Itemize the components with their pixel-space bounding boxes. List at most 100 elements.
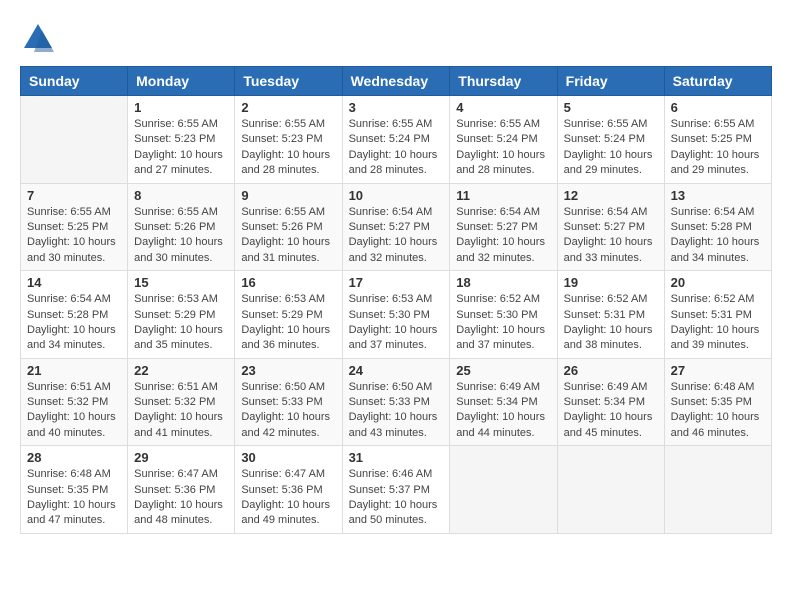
calendar-cell: 8 Sunrise: 6:55 AM Sunset: 5:26 PM Daylig… (128, 183, 235, 271)
calendar-cell: 2 Sunrise: 6:55 AM Sunset: 5:23 PM Daylig… (235, 96, 342, 184)
day-number: 18 (456, 275, 550, 290)
calendar-cell: 17Sunrise: 6:53 AM Sunset: 5:30 PM Dayli… (342, 271, 450, 359)
day-number: 29 (134, 450, 228, 465)
cell-info: Sunrise: 6:55 AM Sunset: 5:25 PM Dayligh… (671, 117, 765, 179)
calendar-cell: 11 Sunrise: 6:54 AM Sunset: 5:27 PM Dayli… (450, 183, 557, 271)
day-number: 4 (456, 100, 550, 115)
day-number: 8 (134, 188, 228, 203)
day-number: 25 (456, 363, 550, 378)
cell-info: Sunrise: 6:52 AM Sunset: 5:30 PM Dayligh… (456, 292, 550, 354)
calendar-cell: 10 Sunrise: 6:54 AM Sunset: 5:27 PM Dayli… (342, 183, 450, 271)
calendar-cell: 16 Sunrise: 6:53 AM Sunset: 5:29 PM Dayli… (235, 271, 342, 359)
calendar-cell: 3 Sunrise: 6:55 AM Sunset: 5:24 PM Daylig… (342, 96, 450, 184)
calendar-week-row: 14Sunrise: 6:54 AM Sunset: 5:28 PM Dayli… (21, 271, 772, 359)
cell-info: Sunrise: 6:55 AM Sunset: 5:24 PM Dayligh… (456, 117, 550, 179)
day-number: 15 (134, 275, 228, 290)
calendar-cell: 4 Sunrise: 6:55 AM Sunset: 5:24 PM Daylig… (450, 96, 557, 184)
cell-info: Sunrise: 6:54 AM Sunset: 5:27 PM Dayligh… (456, 205, 550, 267)
calendar-cell: 12 Sunrise: 6:54 AM Sunset: 5:27 PM Dayli… (557, 183, 664, 271)
day-number: 9 (241, 188, 335, 203)
weekday-header-monday: Monday (128, 67, 235, 96)
cell-info: Sunrise: 6:52 AM Sunset: 5:31 PM Dayligh… (671, 292, 765, 354)
calendar-cell: 28 Sunrise: 6:48 AM Sunset: 5:35 PM Dayli… (21, 446, 128, 534)
calendar-cell: 29 Sunrise: 6:47 AM Sunset: 5:36 PM Dayli… (128, 446, 235, 534)
day-number: 26 (564, 363, 658, 378)
cell-info: Sunrise: 6:54 AM Sunset: 5:28 PM Dayligh… (27, 292, 121, 354)
calendar-cell: 18 Sunrise: 6:52 AM Sunset: 5:30 PM Dayli… (450, 271, 557, 359)
calendar-cell: 13 Sunrise: 6:54 AM Sunset: 5:28 PM Dayli… (664, 183, 771, 271)
cell-info: Sunrise: 6:55 AM Sunset: 5:23 PM Dayligh… (241, 117, 335, 179)
calendar-cell: 22Sunrise: 6:51 AM Sunset: 5:32 PM Dayli… (128, 358, 235, 446)
calendar-week-row: 1 Sunrise: 6:55 AM Sunset: 5:23 PM Daylig… (21, 96, 772, 184)
cell-info: Sunrise: 6:50 AM Sunset: 5:33 PM Dayligh… (349, 380, 444, 442)
day-number: 2 (241, 100, 335, 115)
calendar-cell: 26 Sunrise: 6:49 AM Sunset: 5:34 PM Dayli… (557, 358, 664, 446)
day-number: 3 (349, 100, 444, 115)
header (20, 20, 772, 56)
day-number: 28 (27, 450, 121, 465)
weekday-header-wednesday: Wednesday (342, 67, 450, 96)
day-number: 13 (671, 188, 765, 203)
cell-info: Sunrise: 6:48 AM Sunset: 5:35 PM Dayligh… (27, 467, 121, 529)
day-number: 21 (27, 363, 121, 378)
cell-info: Sunrise: 6:55 AM Sunset: 5:26 PM Dayligh… (134, 205, 228, 267)
day-number: 10 (349, 188, 444, 203)
cell-info: Sunrise: 6:55 AM Sunset: 5:26 PM Dayligh… (241, 205, 335, 267)
calendar-cell: 5 Sunrise: 6:55 AM Sunset: 5:24 PM Daylig… (557, 96, 664, 184)
calendar-header-row: SundayMondayTuesdayWednesdayThursdayFrid… (21, 67, 772, 96)
day-number: 19 (564, 275, 658, 290)
cell-info: Sunrise: 6:54 AM Sunset: 5:27 PM Dayligh… (564, 205, 658, 267)
calendar-cell (664, 446, 771, 534)
day-number: 1 (134, 100, 228, 115)
calendar-cell: 19Sunrise: 6:52 AM Sunset: 5:31 PM Dayli… (557, 271, 664, 359)
calendar-cell: 21 Sunrise: 6:51 AM Sunset: 5:32 PM Dayli… (21, 358, 128, 446)
day-number: 27 (671, 363, 765, 378)
logo-icon (20, 20, 56, 56)
cell-info: Sunrise: 6:48 AM Sunset: 5:35 PM Dayligh… (671, 380, 765, 442)
cell-info: Sunrise: 6:51 AM Sunset: 5:32 PM Dayligh… (27, 380, 121, 442)
cell-info: Sunrise: 6:53 AM Sunset: 5:29 PM Dayligh… (241, 292, 335, 354)
cell-info: Sunrise: 6:55 AM Sunset: 5:24 PM Dayligh… (349, 117, 444, 179)
weekday-header-friday: Friday (557, 67, 664, 96)
cell-info: Sunrise: 6:55 AM Sunset: 5:25 PM Dayligh… (27, 205, 121, 267)
calendar-cell: 15Sunrise: 6:53 AM Sunset: 5:29 PM Dayli… (128, 271, 235, 359)
cell-info: Sunrise: 6:55 AM Sunset: 5:24 PM Dayligh… (564, 117, 658, 179)
day-number: 7 (27, 188, 121, 203)
day-number: 16 (241, 275, 335, 290)
calendar-week-row: 28 Sunrise: 6:48 AM Sunset: 5:35 PM Dayli… (21, 446, 772, 534)
day-number: 17 (349, 275, 444, 290)
day-number: 5 (564, 100, 658, 115)
calendar-cell: 27 Sunrise: 6:48 AM Sunset: 5:35 PM Dayli… (664, 358, 771, 446)
day-number: 22 (134, 363, 228, 378)
day-number: 30 (241, 450, 335, 465)
cell-info: Sunrise: 6:50 AM Sunset: 5:33 PM Dayligh… (241, 380, 335, 442)
cell-info: Sunrise: 6:46 AM Sunset: 5:37 PM Dayligh… (349, 467, 444, 529)
day-number: 11 (456, 188, 550, 203)
calendar-cell: 25Sunrise: 6:49 AM Sunset: 5:34 PM Dayli… (450, 358, 557, 446)
day-number: 31 (349, 450, 444, 465)
cell-info: Sunrise: 6:54 AM Sunset: 5:28 PM Dayligh… (671, 205, 765, 267)
day-number: 6 (671, 100, 765, 115)
calendar-cell: 31 Sunrise: 6:46 AM Sunset: 5:37 PM Dayli… (342, 446, 450, 534)
calendar-cell: 23 Sunrise: 6:50 AM Sunset: 5:33 PM Dayli… (235, 358, 342, 446)
cell-info: Sunrise: 6:49 AM Sunset: 5:34 PM Dayligh… (564, 380, 658, 442)
day-number: 20 (671, 275, 765, 290)
calendar-cell: 14Sunrise: 6:54 AM Sunset: 5:28 PM Dayli… (21, 271, 128, 359)
calendar-cell: 20 Sunrise: 6:52 AM Sunset: 5:31 PM Dayli… (664, 271, 771, 359)
calendar-cell: 24 Sunrise: 6:50 AM Sunset: 5:33 PM Dayli… (342, 358, 450, 446)
day-number: 24 (349, 363, 444, 378)
cell-info: Sunrise: 6:47 AM Sunset: 5:36 PM Dayligh… (241, 467, 335, 529)
calendar-cell (557, 446, 664, 534)
calendar-cell: 7 Sunrise: 6:55 AM Sunset: 5:25 PM Daylig… (21, 183, 128, 271)
calendar-cell: 9 Sunrise: 6:55 AM Sunset: 5:26 PM Daylig… (235, 183, 342, 271)
logo (20, 20, 62, 56)
calendar-cell: 1Sunrise: 6:55 AM Sunset: 5:23 PM Daylig… (128, 96, 235, 184)
cell-info: Sunrise: 6:54 AM Sunset: 5:27 PM Dayligh… (349, 205, 444, 267)
calendar-cell (450, 446, 557, 534)
day-number: 23 (241, 363, 335, 378)
weekday-header-thursday: Thursday (450, 67, 557, 96)
calendar-week-row: 21 Sunrise: 6:51 AM Sunset: 5:32 PM Dayli… (21, 358, 772, 446)
calendar: SundayMondayTuesdayWednesdayThursdayFrid… (20, 66, 772, 534)
day-number: 12 (564, 188, 658, 203)
cell-info: Sunrise: 6:47 AM Sunset: 5:36 PM Dayligh… (134, 467, 228, 529)
